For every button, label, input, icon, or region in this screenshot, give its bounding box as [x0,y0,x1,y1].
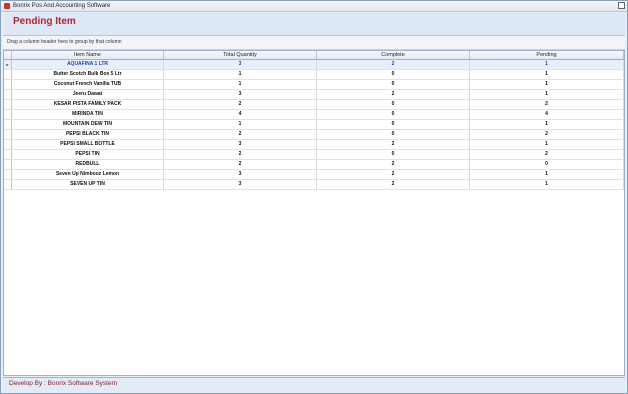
main-window: Bonrix Pos And Accounting Software Pendi… [0,0,628,394]
cell-item-name[interactable]: SEVEN UP TIN [12,180,164,189]
row-selector[interactable]: ▸ [4,60,12,69]
table-row[interactable]: Coconut French Vanilla TUB 1 0 1 [4,80,624,90]
row-selector[interactable] [4,80,12,89]
restore-icon[interactable] [618,2,625,9]
row-selector[interactable] [4,160,12,169]
cell-complete[interactable]: 2 [317,140,470,149]
group-by-panel[interactable]: Drag a column header here to group by th… [3,36,625,50]
cell-pending[interactable]: 0 [470,160,624,169]
cell-pending[interactable]: 2 [470,150,624,159]
pending-items-grid: Item Name Total Quantity Complete Pendin… [3,50,625,376]
column-header-complete[interactable]: Complete [317,51,470,59]
table-row[interactable]: Jeeru Dawat 3 2 1 [4,90,624,100]
cell-pending[interactable]: 1 [470,120,624,129]
cell-total-quantity[interactable]: 3 [164,180,317,189]
row-selector-header [4,51,12,59]
row-selector[interactable] [4,130,12,139]
cell-pending[interactable]: 2 [470,130,624,139]
cell-pending[interactable]: 1 [470,70,624,79]
table-row[interactable]: Seven Up Nimbooz Lemon 3 2 1 [4,170,624,180]
cell-item-name[interactable]: Butter Scotch Bulk Box 5 Ltr [12,70,164,79]
cell-pending[interactable]: 1 [470,60,624,69]
app-icon [4,3,10,9]
row-selector[interactable] [4,100,12,109]
row-selector[interactable] [4,150,12,159]
table-row[interactable]: REDBULL 2 2 0 [4,160,624,170]
cell-item-name[interactable]: PEPSI TIN [12,150,164,159]
table-row[interactable]: MIRINDA TIN 4 0 4 [4,110,624,120]
row-selector[interactable] [4,110,12,119]
cell-complete[interactable]: 0 [317,150,470,159]
row-selector[interactable] [4,170,12,179]
table-row[interactable]: SEVEN UP TIN 3 2 1 [4,180,624,190]
table-row[interactable]: PEPSI BLACK TIN 2 0 2 [4,130,624,140]
footer: Develop By : Bonrix Software System [3,377,625,392]
group-by-hint: Drag a column header here to group by th… [7,39,122,45]
cell-pending[interactable]: 1 [470,180,624,189]
window-title: Bonrix Pos And Accounting Software [13,3,111,9]
cell-pending[interactable]: 1 [470,80,624,89]
cell-complete[interactable]: 2 [317,170,470,179]
cell-complete[interactable]: 0 [317,70,470,79]
page-title: Pending Item [13,16,76,27]
cell-total-quantity[interactable]: 2 [164,150,317,159]
cell-total-quantity[interactable]: 1 [164,120,317,129]
cell-item-name[interactable]: MIRINDA TIN [12,110,164,119]
cell-complete[interactable]: 2 [317,90,470,99]
cell-total-quantity[interactable]: 3 [164,90,317,99]
cell-total-quantity[interactable]: 1 [164,80,317,89]
cell-item-name[interactable]: PEPSI SMALL BOTTLE [12,140,164,149]
table-row[interactable]: PEPSI SMALL BOTTLE 3 2 1 [4,140,624,150]
row-selector[interactable] [4,90,12,99]
cell-item-name[interactable]: Jeeru Dawat [12,90,164,99]
cell-item-name[interactable]: Coconut French Vanilla TUB [12,80,164,89]
column-header-item-name[interactable]: Item Name [12,51,164,59]
footer-text: Develop By : Bonrix Software System [9,380,118,387]
table-row[interactable]: PEPSI TIN 2 0 2 [4,150,624,160]
cell-item-name[interactable]: KESAR PISTA FAMILY PACK [12,100,164,109]
cell-item-name[interactable]: Seven Up Nimbooz Lemon [12,170,164,179]
cell-pending[interactable]: 1 [470,140,624,149]
cell-complete[interactable]: 0 [317,100,470,109]
header-panel: Pending Item [3,13,625,36]
table-row[interactable]: ▸ AQUAFINA 1 LTR 3 2 1 [4,60,624,70]
cell-total-quantity[interactable]: 4 [164,110,317,119]
cell-complete[interactable]: 0 [317,120,470,129]
cell-pending[interactable]: 4 [470,110,624,119]
cell-complete[interactable]: 2 [317,60,470,69]
cell-complete[interactable]: 0 [317,110,470,119]
grid-header: Item Name Total Quantity Complete Pendin… [4,51,624,60]
row-selector[interactable] [4,180,12,189]
cell-pending[interactable]: 1 [470,170,624,179]
column-header-total-quantity[interactable]: Total Quantity [164,51,317,59]
cell-complete[interactable]: 0 [317,80,470,89]
cell-total-quantity[interactable]: 3 [164,170,317,179]
cell-total-quantity[interactable]: 2 [164,100,317,109]
row-selector[interactable] [4,140,12,149]
cell-item-name[interactable]: PEPSI BLACK TIN [12,130,164,139]
cell-item-name[interactable]: REDBULL [12,160,164,169]
table-row[interactable]: Butter Scotch Bulk Box 5 Ltr 1 0 1 [4,70,624,80]
cell-complete[interactable]: 2 [317,180,470,189]
cell-total-quantity[interactable]: 3 [164,60,317,69]
row-selector[interactable] [4,70,12,79]
cell-total-quantity[interactable]: 1 [164,70,317,79]
cell-total-quantity[interactable]: 3 [164,140,317,149]
cell-pending[interactable]: 2 [470,100,624,109]
row-selector[interactable] [4,120,12,129]
grid-body: ▸ AQUAFINA 1 LTR 3 2 1 Butter Scotch Bulk Box… [4,60,624,190]
cell-item-name[interactable]: MOUNTAIN DEW TIN [12,120,164,129]
cell-item-name[interactable]: AQUAFINA 1 LTR [12,60,164,69]
cell-complete[interactable]: 0 [317,130,470,139]
cell-total-quantity[interactable]: 2 [164,130,317,139]
cell-complete[interactable]: 2 [317,160,470,169]
column-header-pending[interactable]: Pending [470,51,624,59]
table-row[interactable]: KESAR PISTA FAMILY PACK 2 0 2 [4,100,624,110]
cell-pending[interactable]: 1 [470,90,624,99]
title-bar: Bonrix Pos And Accounting Software [1,1,627,12]
cell-total-quantity[interactable]: 2 [164,160,317,169]
table-row[interactable]: MOUNTAIN DEW TIN 1 0 1 [4,120,624,130]
